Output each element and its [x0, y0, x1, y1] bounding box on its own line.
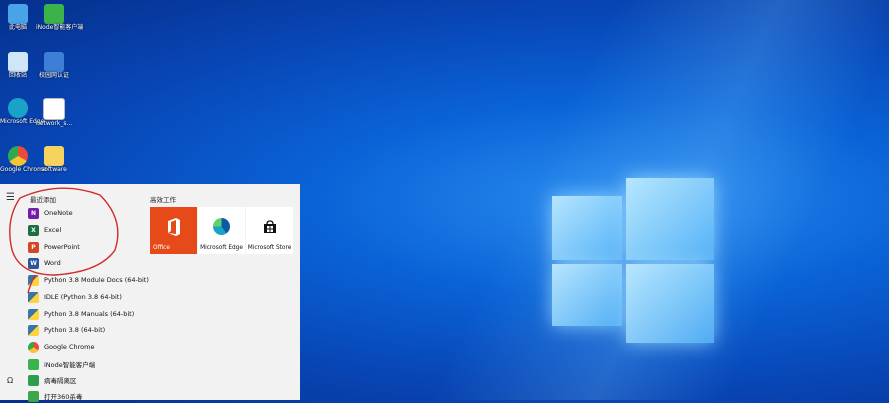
app-item-idle[interactable]: IDLE (Python 3.8 64-bit): [28, 290, 158, 304]
desktop-icon-this-pc[interactable]: 此电脑: [0, 4, 36, 31]
excel-icon: X: [28, 224, 39, 236]
inode-icon: [28, 358, 39, 370]
app-item-inode[interactable]: iNode智能客户端: [28, 357, 158, 371]
chrome-icon: [28, 341, 39, 353]
recent-section-title: 最近添加: [30, 196, 56, 204]
app-item-python[interactable]: Python 3.8 (64-bit): [28, 323, 158, 337]
office-icon: [167, 217, 180, 236]
file-icon: [43, 98, 65, 120]
desktop-icon-network-auth[interactable]: 校园网认证: [36, 52, 72, 79]
app-item-onenote[interactable]: N OneNote: [28, 206, 158, 220]
logo-pane-top-left: [552, 196, 622, 260]
python-icon: [28, 274, 39, 286]
app-item-word[interactable]: W Word: [28, 256, 158, 270]
pinned-section-title: 高效工作: [150, 196, 176, 204]
app-item-excel[interactable]: X Excel: [28, 223, 158, 237]
app-item-quarantine[interactable]: 病毒隔离区: [28, 373, 158, 387]
app-item-360-antivirus[interactable]: 打开360杀毒: [28, 389, 158, 403]
desktop-icon-inode[interactable]: iNode智能客户端: [36, 4, 83, 31]
inode-icon: [44, 4, 64, 24]
app-item-powerpoint[interactable]: P PowerPoint: [28, 240, 158, 254]
app-item-chrome[interactable]: Google Chrome: [28, 340, 158, 354]
desktop-icon-chrome[interactable]: Google Chrome: [0, 146, 47, 173]
user-icon[interactable]: Ω: [7, 376, 13, 385]
quarantine-icon: [28, 374, 39, 386]
app-item-python-manuals[interactable]: Python 3.8 Manuals (64-bit): [28, 307, 158, 321]
chrome-icon: [8, 146, 28, 166]
edge-icon: [213, 218, 230, 235]
python-icon: [28, 308, 39, 320]
python-icon: [28, 324, 39, 336]
tile-edge[interactable]: Microsoft Edge: [198, 207, 245, 254]
recycle-bin-icon: [8, 52, 28, 72]
onenote-icon: N: [28, 207, 39, 219]
store-icon: [263, 219, 276, 233]
tile-store[interactable]: Microsoft Store: [246, 207, 293, 254]
edge-icon: [8, 98, 28, 118]
desktop-icon-network-file[interactable]: network_s...: [36, 98, 72, 127]
desktop-icon-edge[interactable]: Microsoft Edge: [0, 98, 44, 125]
network-auth-icon: [44, 52, 64, 72]
python-icon: [28, 291, 39, 303]
folder-icon: [44, 146, 64, 166]
powerpoint-icon: P: [28, 241, 39, 253]
hamburger-menu-icon[interactable]: ☰: [6, 192, 15, 203]
tile-office[interactable]: Office: [150, 207, 197, 254]
logo-pane-bottom-left: [552, 264, 622, 326]
start-menu: ☰ Ω 最近添加 高效工作 N OneNote X Excel P PowerP…: [0, 184, 300, 403]
app-item-python-docs[interactable]: Python 3.8 Module Docs (64-bit): [28, 273, 158, 287]
logo-pane-top-right: [626, 178, 714, 260]
windows-logo: [552, 178, 714, 343]
logo-pane-bottom-right: [626, 264, 714, 343]
word-icon: W: [28, 257, 39, 269]
computer-icon: [8, 4, 28, 24]
desktop-icon-recycle-bin[interactable]: 回收站: [0, 52, 36, 79]
start-left-rail: ☰ Ω: [0, 184, 22, 400]
desktop-icon-software[interactable]: software: [36, 146, 72, 173]
